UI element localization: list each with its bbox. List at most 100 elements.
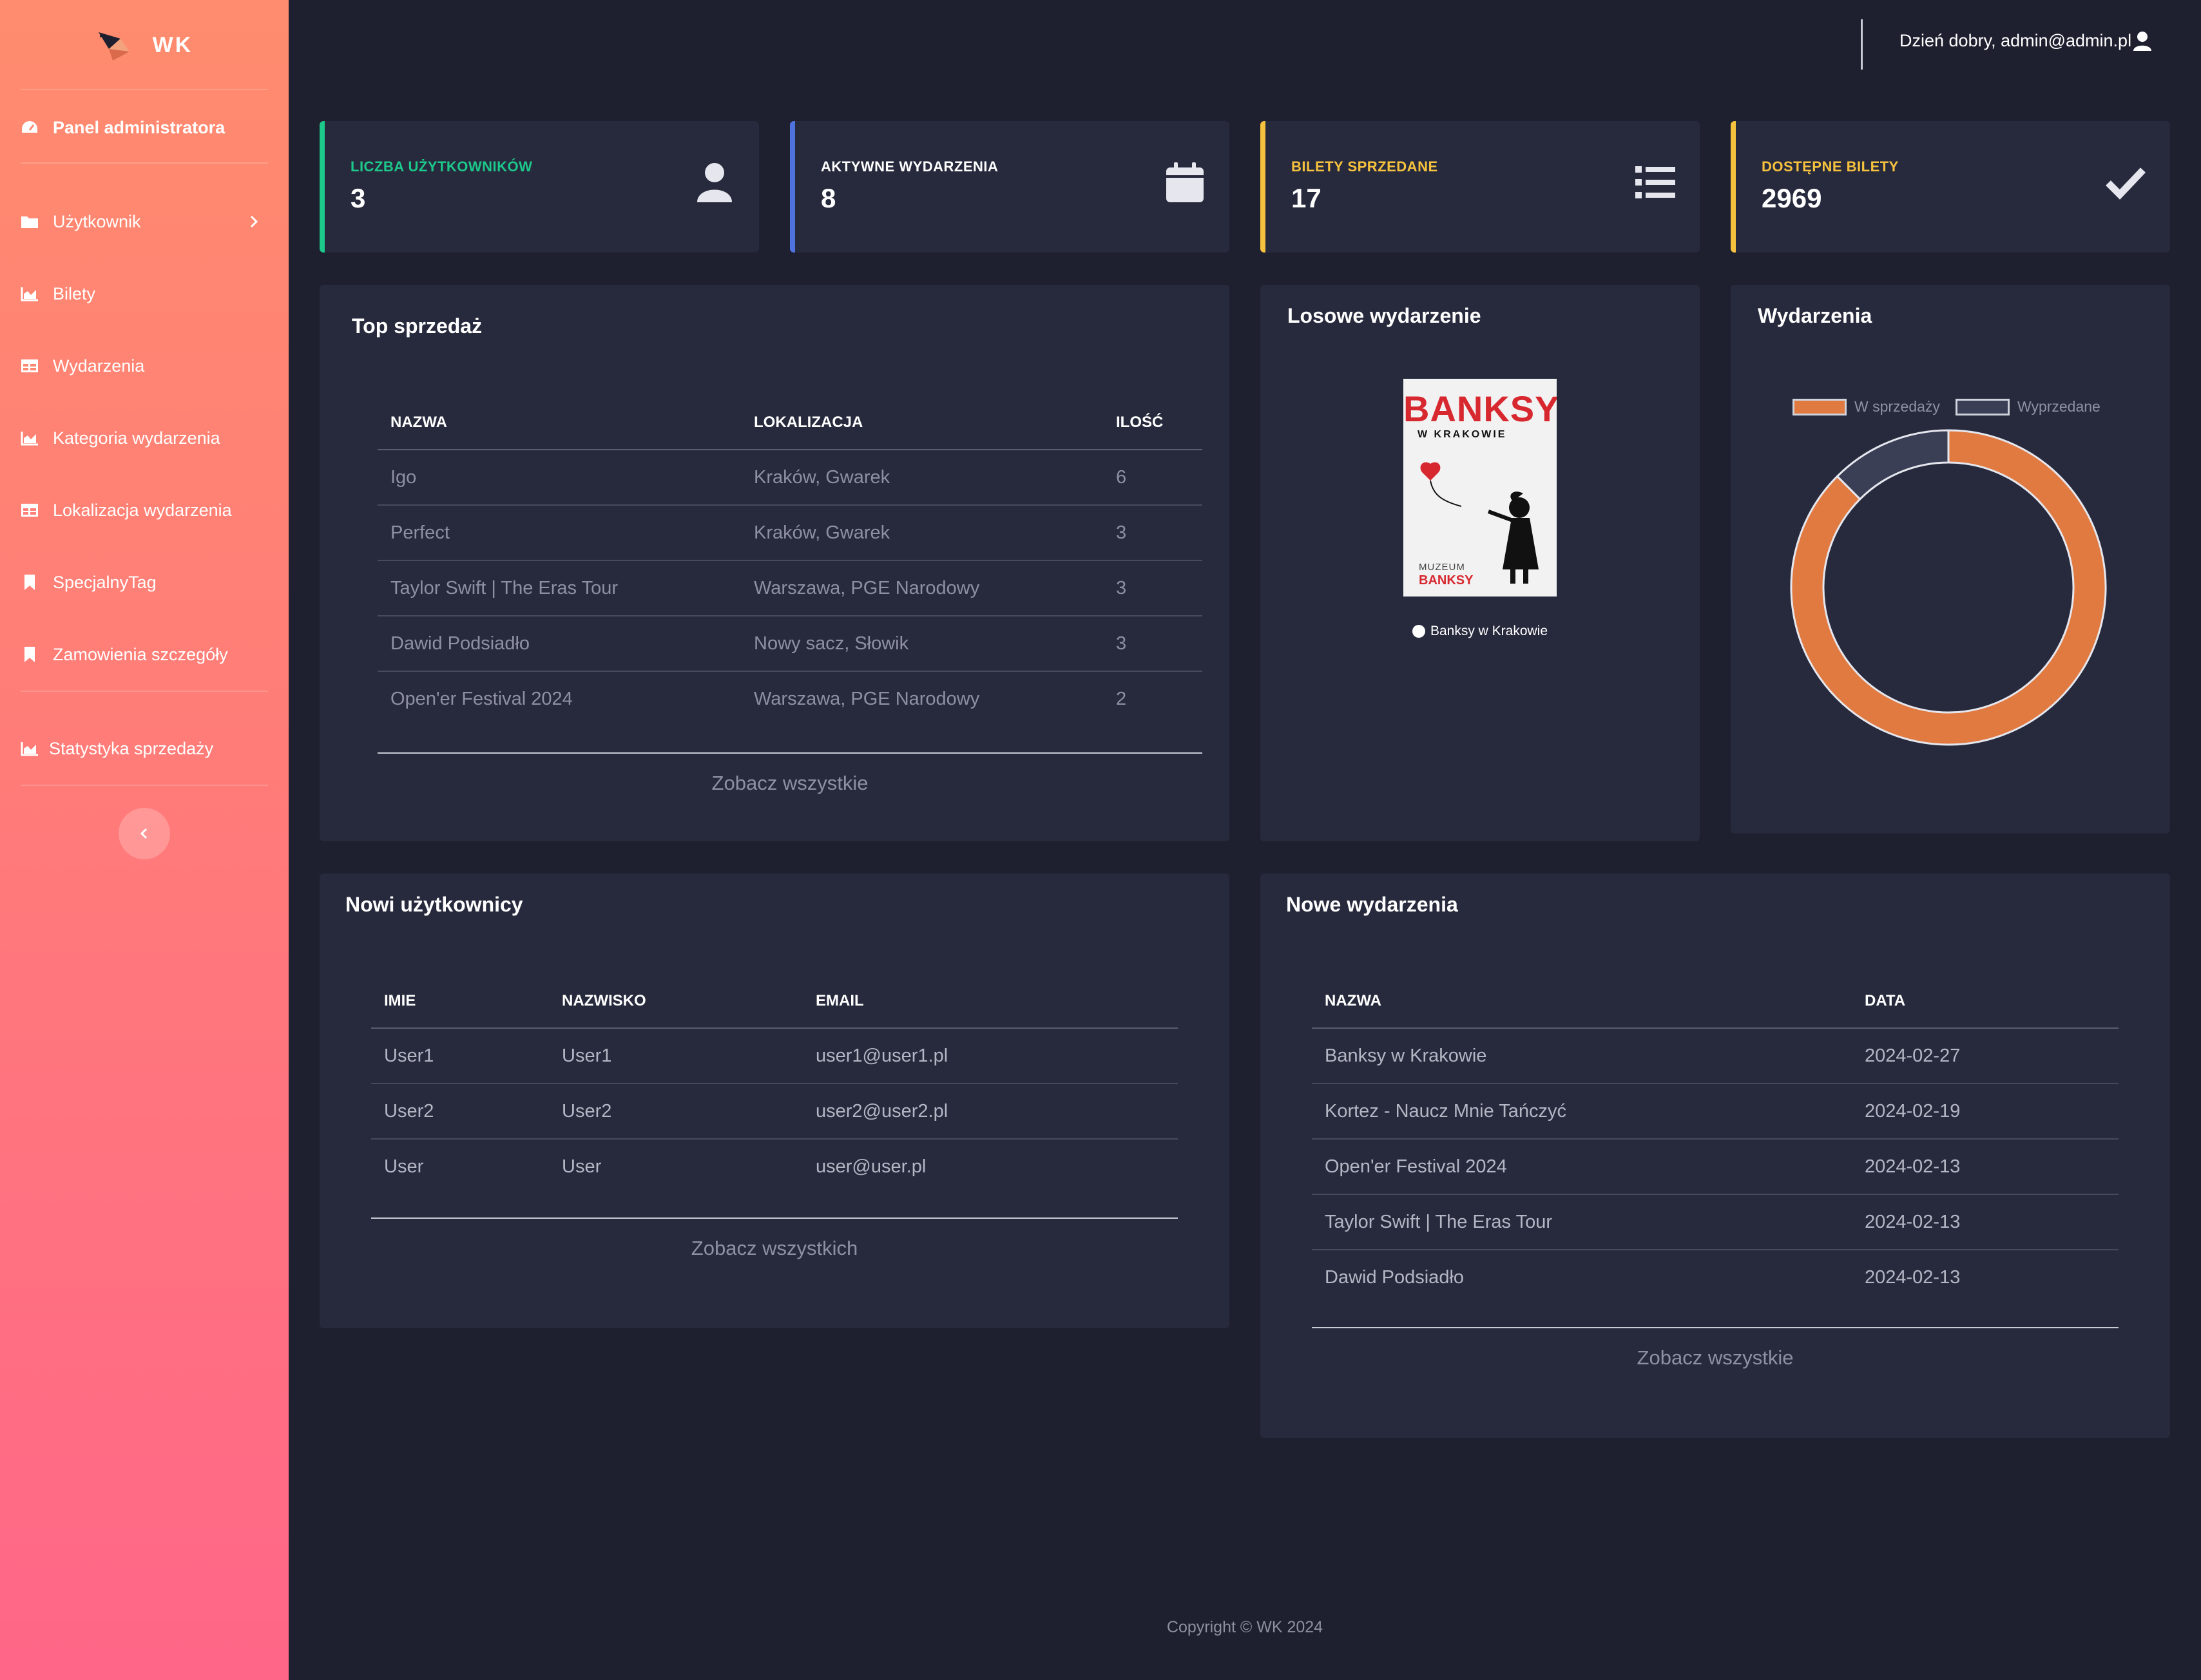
cell-event-name: Open'er Festival 2024: [1312, 1139, 1852, 1195]
logo-icon: [98, 32, 130, 61]
stat-card-available-tickets: DOSTĘPNE BILETY 2969: [1731, 121, 2170, 253]
sidebar-item-label: Lokalizacja wydarzenia: [53, 500, 232, 520]
sidebar-item-label: Zamowienia szczegóły: [53, 644, 228, 664]
event-caption-text: Banksy w Krakowie: [1430, 624, 1548, 638]
donut-slice-1[interactable]: [1836, 429, 1950, 501]
stat-value: 17: [1291, 183, 1322, 213]
stat-accent-bar: [1731, 121, 1736, 253]
stat-value: 3: [351, 183, 366, 213]
stat-label: BILETY SPRZEDANE: [1291, 158, 1438, 175]
cell-email: user1@user1.pl: [803, 1028, 1178, 1084]
sidebar-divider: [21, 691, 268, 692]
stat-accent-bar: [320, 121, 325, 253]
table-bottom-rule: [378, 752, 1202, 754]
events-chart-panel: Wydarzenia W sprzedaży Wyprzedane: [1731, 285, 2170, 834]
column-header: NAZWA: [1312, 974, 1852, 1029]
stat-accent-bar: [790, 121, 795, 253]
see-all-link[interactable]: Zobacz wszystkie: [1312, 1346, 2119, 1370]
stat-value: 8: [821, 183, 836, 213]
user-greeting[interactable]: Dzień dobry, admin@admin.pl: [1899, 31, 2131, 51]
cell-quantity: 3: [1103, 505, 1202, 561]
cell-first-name: User2: [371, 1083, 549, 1140]
cell-name: Perfect: [378, 505, 741, 561]
new-events-table: NAZWA DATA Banksy w Krakowie 2024-02-27 K…: [1312, 974, 2119, 1305]
sidebar-item-specjalnytag[interactable]: SpecjalnyTag: [21, 563, 268, 602]
cell-event-name: Banksy w Krakowie: [1312, 1028, 1852, 1084]
see-all-link[interactable]: Zobacz wszystkich: [371, 1237, 1178, 1260]
new-events-panel: Nowe wydarzenia NAZWA DATA Banksy w Krak…: [1260, 873, 2170, 1438]
sidebar-divider: [21, 785, 268, 786]
cell-date: 2024-02-13: [1865, 1267, 1961, 1288]
sidebar-item-wydarzenia[interactable]: Wydarzenia: [21, 347, 268, 385]
table-row[interactable]: Taylor Swift | The Eras Tour Warszawa, PG…: [378, 560, 1202, 616]
table-row[interactable]: User User user@user.pl: [371, 1139, 1178, 1194]
new-users-panel: Nowi użytkownicy IMIE NAZWISKO EMAIL Use…: [320, 873, 1229, 1328]
sidebar-item-uzytkownik[interactable]: Użytkownik: [21, 202, 268, 241]
table-row[interactable]: Dawid Podsiadło 2024-02-13: [1312, 1250, 2119, 1305]
user-icon[interactable]: [2133, 31, 2152, 52]
sidebar-item-panel-administratora[interactable]: Panel administratora: [21, 108, 268, 147]
sidebar-item-kategoria-wydarzenia[interactable]: Kategoria wydarzenia: [21, 419, 268, 457]
see-all-link[interactable]: Zobacz wszystkie: [378, 772, 1202, 795]
cell-location: Kraków, Gwarek: [741, 505, 1103, 561]
footer-copyright: Copyright © WK 2024: [1166, 1618, 1323, 1636]
cell-location: Warszawa, PGE Narodowy: [754, 689, 980, 709]
sidebar-item-statystyka-sprzedazy[interactable]: Statystyka sprzedaży: [21, 729, 268, 768]
cell-date: 2024-02-13: [1852, 1194, 2119, 1250]
check-icon: [2106, 167, 2146, 200]
brand-name: WK: [152, 32, 193, 57]
cell-date: 2024-02-13: [1852, 1139, 2119, 1195]
table-bottom-rule: [1312, 1327, 2119, 1328]
table-row[interactable]: Open'er Festival 2024 Warszawa, PGE Narod…: [378, 671, 1202, 727]
sidebar-item-zamowienia-szczegoly[interactable]: Zamowienia szczegóły: [21, 635, 268, 674]
area-chart-icon: [21, 429, 39, 447]
table-row[interactable]: Open'er Festival 2024 2024-02-13: [1312, 1139, 2119, 1195]
cell-date: 2024-02-27: [1852, 1028, 2119, 1084]
calendar-icon: [1166, 162, 1204, 202]
event-poster-image[interactable]: BANKSY W KRAKOWIE MUZEUM BANKSY: [1403, 379, 1557, 597]
table-row[interactable]: Kortez - Naucz Mnie Tańczyć 2024-02-19: [1312, 1083, 2119, 1140]
cell-name: Igo: [378, 450, 741, 506]
column-header: LOKALIZACJA: [741, 396, 1103, 450]
table-row[interactable]: Dawid Podsiadło Nowy sacz, Słowik 3: [378, 616, 1202, 672]
poster-footer-top: MUZEUM: [1419, 562, 1465, 573]
stat-label: DOSTĘPNE BILETY: [1762, 158, 1899, 175]
cell-quantity: 3: [1103, 616, 1202, 672]
donut-chart: [1790, 429, 2107, 746]
table-row[interactable]: Igo Kraków, Gwarek 6: [378, 450, 1202, 506]
sidebar-item-label: Bilety: [53, 283, 96, 303]
top-sales-table: NAZWA LOKALIZACJA ILOŚĆ Igo Kraków, Gware…: [378, 396, 1202, 727]
table-row[interactable]: Banksy w Krakowie 2024-02-27: [1312, 1028, 2119, 1084]
bookmark-icon: [21, 645, 39, 663]
table-row[interactable]: User1 User1 user1@user1.pl: [371, 1028, 1178, 1084]
sidebar-toggle-button[interactable]: [119, 808, 170, 859]
table-row[interactable]: Taylor Swift | The Eras Tour 2024-02-13: [1312, 1194, 2119, 1250]
cell-quantity: 2: [1116, 689, 1127, 709]
sidebar: WK Panel administratora Użytkownik Bilet…: [0, 0, 289, 1680]
table-row[interactable]: User2 User2 user2@user2.pl: [371, 1083, 1178, 1140]
top-sales-panel: Top sprzedaż NAZWA LOKALIZACJA ILOŚĆ Igo…: [320, 285, 1229, 841]
column-header: IMIE: [371, 974, 549, 1029]
table-row[interactable]: Perfect Kraków, Gwarek 3: [378, 505, 1202, 561]
sidebar-item-lokalizacja-wydarzenia[interactable]: Lokalizacja wydarzenia: [21, 491, 268, 530]
brand[interactable]: WK: [0, 26, 289, 64]
area-chart-icon: [21, 740, 39, 758]
table-header-row: IMIE NAZWISKO EMAIL: [371, 974, 1178, 1029]
sidebar-item-label: Użytkownik: [53, 211, 141, 231]
sidebar-item-label: Panel administratora: [53, 117, 226, 137]
stat-label: AKTYWNE WYDARZENIA: [821, 158, 999, 175]
event-caption[interactable]: Banksy w Krakowie: [1260, 624, 1700, 639]
table-icon: [21, 501, 39, 519]
table-header-row: NAZWA LOKALIZACJA ILOŚĆ: [378, 396, 1202, 450]
sidebar-item-bilety[interactable]: Bilety: [21, 274, 268, 313]
new-users-table: IMIE NAZWISKO EMAIL User1 User1 user1@user…: [371, 974, 1178, 1194]
cell-location: Nowy sacz, Słowik: [741, 616, 1103, 672]
cell-name: Taylor Swift | The Eras Tour: [378, 560, 741, 616]
stat-card-users: LICZBA UŻYTKOWNIKÓW 3: [320, 121, 759, 253]
cell-email: user2@user2.pl: [803, 1083, 1178, 1140]
cell-first-name: User: [384, 1156, 424, 1177]
column-header: NAZWISKO: [549, 974, 803, 1029]
cell-name: Open'er Festival 2024: [390, 689, 573, 709]
bookmark-icon: [21, 573, 39, 591]
column-header: ILOŚĆ: [1103, 396, 1202, 450]
